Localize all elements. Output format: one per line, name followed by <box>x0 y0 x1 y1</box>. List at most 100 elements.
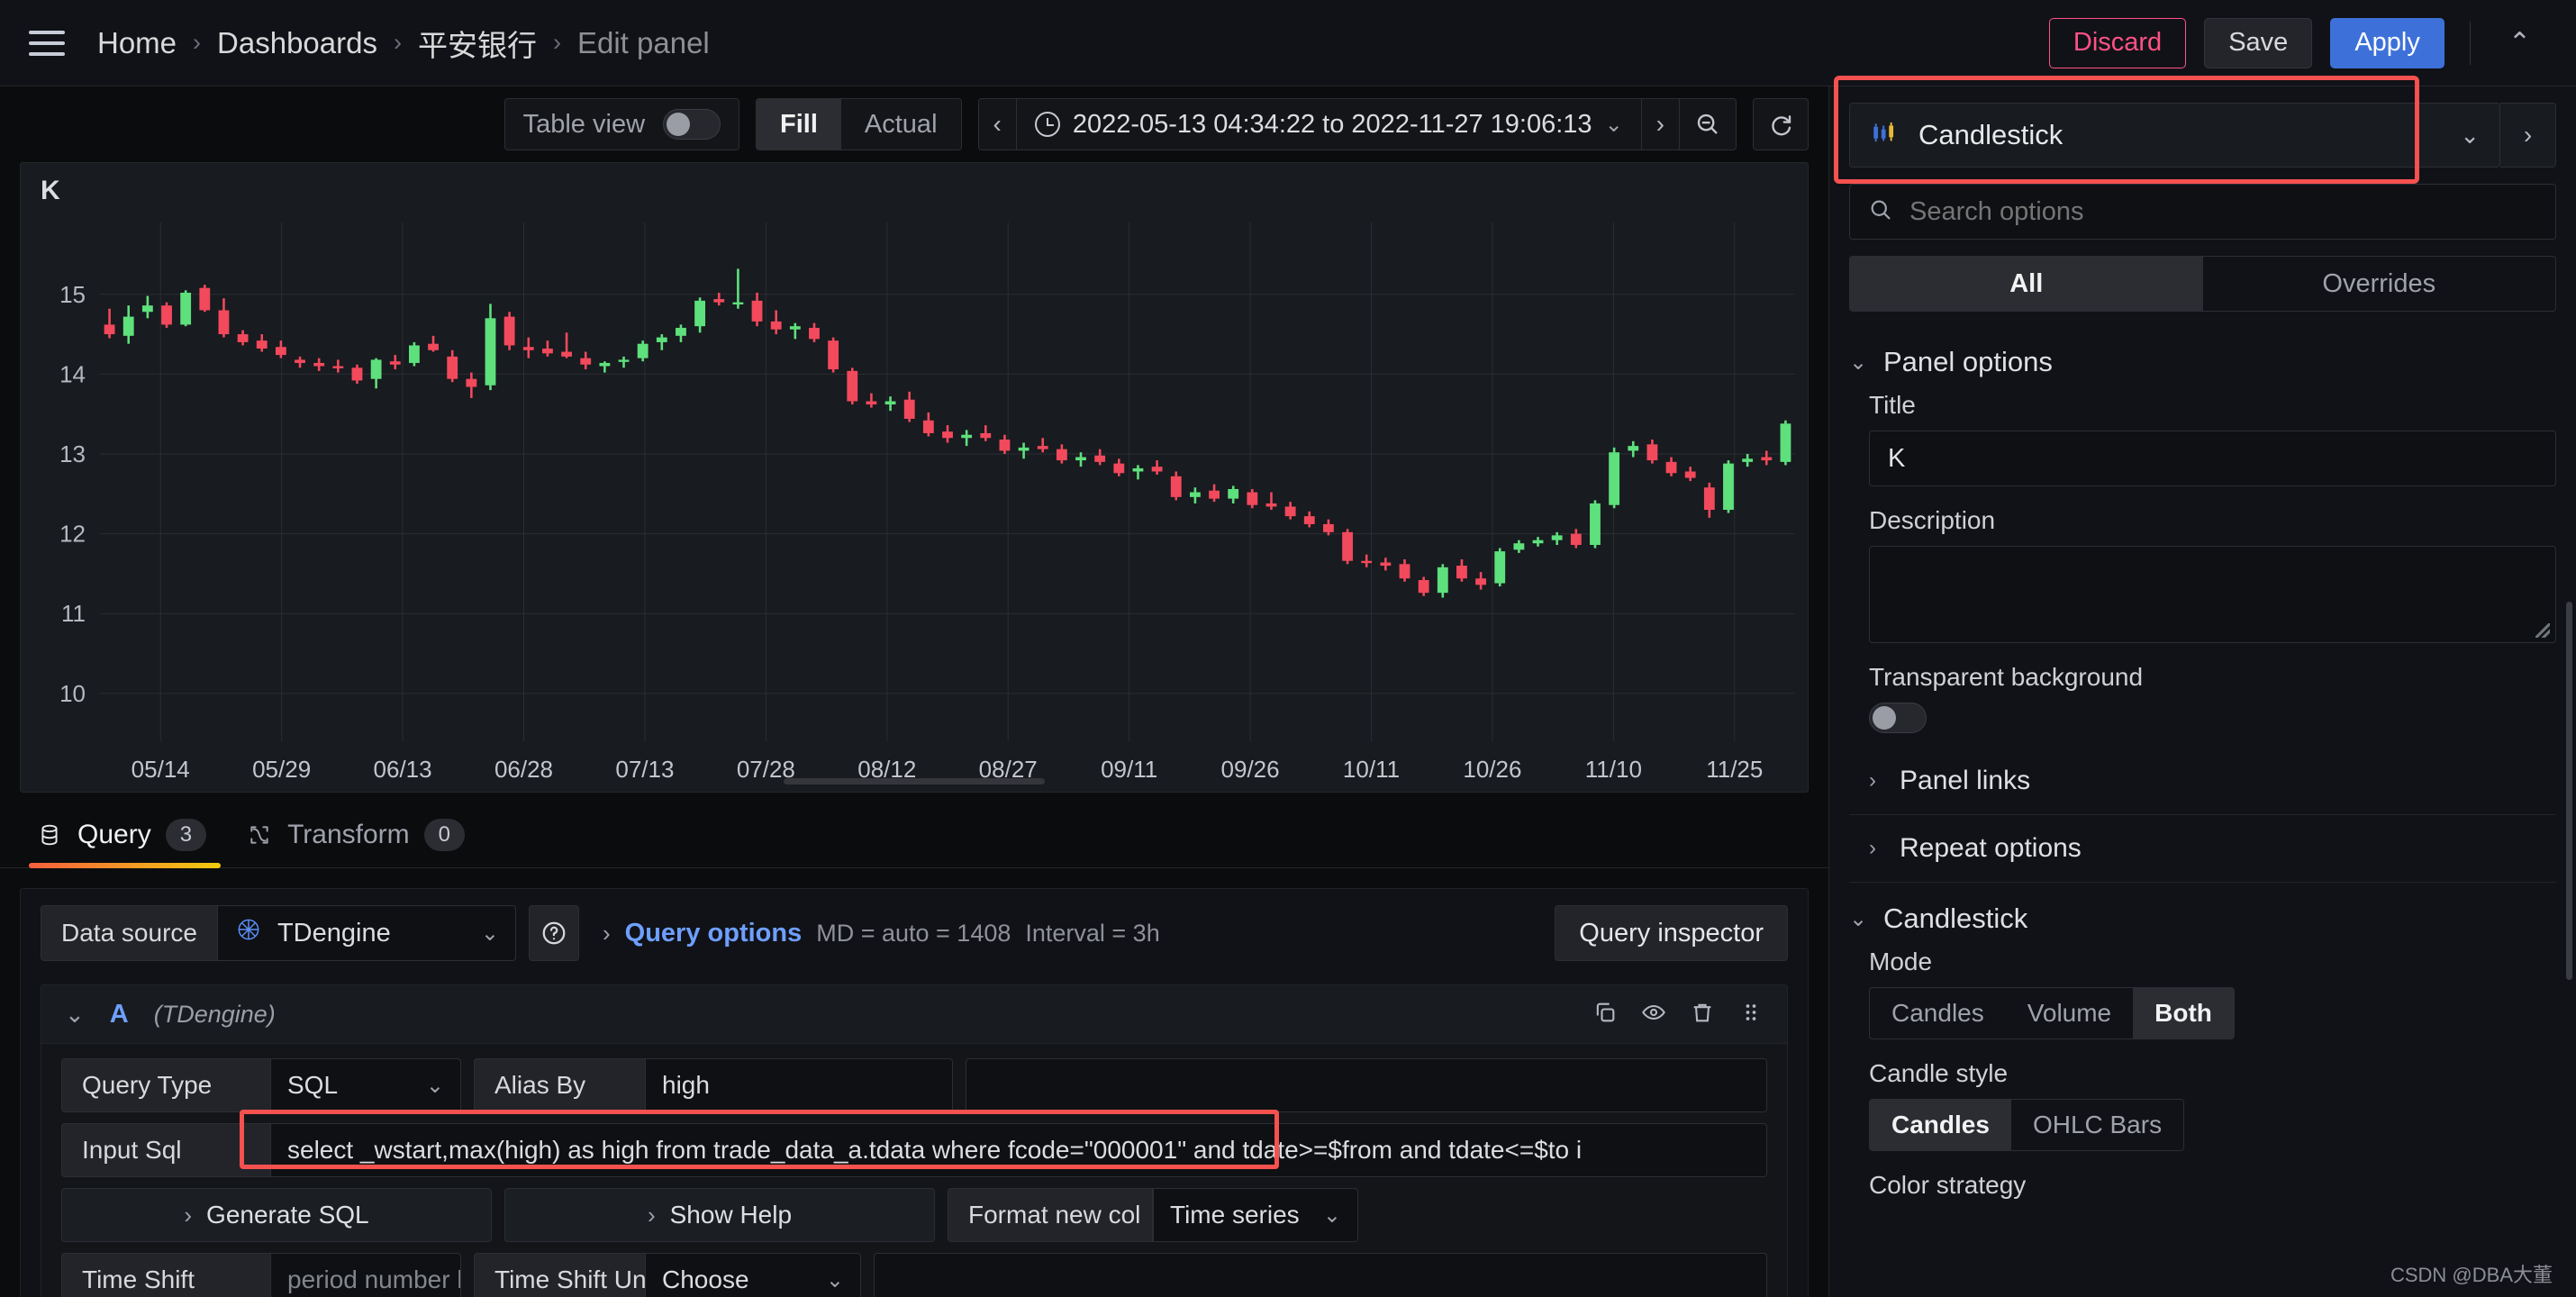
panel-toolbar: Table view Fill Actual ‹ 2022-05-13 04:3… <box>0 86 1828 162</box>
transform-count-badge: 0 <box>423 819 465 851</box>
query-datasource-name: (TDengine) <box>153 1000 276 1028</box>
copy-icon[interactable] <box>1592 1000 1618 1029</box>
tab-overrides[interactable]: Overrides <box>2203 257 2556 311</box>
candle-style-option-ohlc[interactable]: OHLC Bars <box>2011 1100 2183 1150</box>
hamburger-icon[interactable] <box>23 20 70 67</box>
candlestick-chart[interactable]: 10 11 12 13 14 15 05/14 05/29 06/13 06/28 07/13 07/… <box>21 213 1808 792</box>
description-textarea[interactable] <box>1869 546 2556 643</box>
eye-icon[interactable] <box>1641 1000 1666 1029</box>
query-options-button[interactable]: Query options <box>625 919 803 948</box>
show-help-collapse[interactable]: › Show Help <box>504 1188 935 1242</box>
breadcrumb-item-dashboards[interactable]: Dashboards <box>215 26 379 60</box>
section-panel-links[interactable]: › Panel links <box>1829 753 2576 809</box>
svg-text:06/28: 06/28 <box>494 756 553 783</box>
svg-text:10/11: 10/11 <box>1343 756 1400 783</box>
max-data-points-info: MD = auto = 1408 <box>816 919 1011 947</box>
title-input[interactable]: K <box>1869 431 2556 486</box>
table-view-switch[interactable] <box>663 109 721 140</box>
data-source-select[interactable]: TDengine ⌄ <box>216 905 516 961</box>
topnav-actions: Discard Save Apply ⌃ <box>2048 17 2544 68</box>
chevron-up-icon[interactable]: ⌃ <box>2496 27 2544 59</box>
query-type-select[interactable]: SQL ⌄ <box>270 1058 461 1112</box>
options-scrollbar[interactable] <box>2566 602 2572 980</box>
section-panel-options[interactable]: ⌄ Panel options <box>1829 331 2576 391</box>
chevron-down-icon[interactable]: ⌄ <box>65 1001 85 1029</box>
alias-by-input[interactable]: high <box>645 1058 953 1112</box>
query-ref-id[interactable]: A <box>110 1000 129 1029</box>
transparent-background-label: Transparent background <box>1869 663 2144 691</box>
datasource-row: Data source TDengine ⌄ › Query options M… <box>41 905 1788 961</box>
panel-resize-handle[interactable] <box>784 778 1045 785</box>
discard-button[interactable]: Discard <box>2048 17 2187 68</box>
visualization-expand-button[interactable]: › <box>2500 103 2556 168</box>
visualization-picker[interactable]: Candlestick ⌄ <box>1849 103 2500 168</box>
format-new-col-label: Format new col <box>948 1188 1153 1242</box>
mode-label: Mode <box>1869 948 1933 975</box>
help-circle-icon[interactable] <box>528 905 579 961</box>
chevron-down-icon: ⌄ <box>1604 112 1623 137</box>
sql-helpers-row: › Generate SQL › Show Help Format new co… <box>61 1188 1767 1242</box>
table-view-label: Table view <box>522 109 646 139</box>
refresh-icon[interactable] <box>1753 98 1809 150</box>
visualization-name: Candlestick <box>1918 119 2064 150</box>
interval-info: Interval = 3h <box>1025 919 1160 947</box>
query-inspector-button[interactable]: Query inspector <box>1555 905 1788 961</box>
time-shift-input[interactable]: period number like: 1 <box>270 1253 461 1297</box>
search-icon <box>1868 197 1893 227</box>
options-scroll-area[interactable]: ⌄ Panel options Title K Description Tran… <box>1829 331 2576 1297</box>
data-source-label: Data source <box>41 905 217 961</box>
chevron-right-icon[interactable]: › <box>1642 99 1680 150</box>
svg-text:05/14: 05/14 <box>132 756 190 783</box>
query-type-row: Query Type SQL ⌄ Alias By high <box>61 1058 1767 1112</box>
chevron-left-icon[interactable]: ‹ <box>979 99 1017 150</box>
tab-query[interactable]: Query 3 <box>20 819 230 868</box>
generate-sql-collapse[interactable]: › Generate SQL <box>61 1188 492 1242</box>
tab-transform[interactable]: Transform 0 <box>230 819 488 867</box>
chevron-down-icon: ⌄ <box>480 921 499 946</box>
database-icon <box>36 821 63 848</box>
chevron-down-icon: ⌄ <box>1322 1202 1341 1228</box>
mode-option-candles[interactable]: Candles <box>1870 988 2006 1039</box>
apply-button[interactable]: Apply <box>2330 17 2444 68</box>
mode-option-both[interactable]: Both <box>2133 988 2234 1039</box>
chevron-down-icon: ⌄ <box>425 1073 444 1098</box>
time-shift-unit-value: Choose <box>662 1265 749 1293</box>
svg-text:11/25: 11/25 <box>1706 756 1763 783</box>
chevron-down-icon: ⌄ <box>1849 349 1868 375</box>
input-sql-field[interactable]: select _wstart,max(high) as high from tr… <box>270 1123 1767 1177</box>
format-select[interactable]: Time series ⌄ <box>1153 1188 1358 1242</box>
transparent-background-switch[interactable] <box>1869 703 1927 733</box>
time-shift-unit-select[interactable]: Choose ⌄ <box>645 1253 861 1297</box>
zoom-out-icon[interactable] <box>1680 99 1736 150</box>
search-options-box[interactable] <box>1849 184 2556 240</box>
options-pane: Candlestick ⌄ › All Ov <box>1828 86 2576 1297</box>
transform-icon <box>246 821 273 848</box>
chevron-right-icon[interactable]: › <box>603 920 611 948</box>
mode-option-volume[interactable]: Volume <box>2006 988 2133 1039</box>
visualization-picker-row: Candlestick ⌄ › <box>1829 86 2576 184</box>
spacer-field-2 <box>874 1253 1767 1297</box>
editor-tabs: Query 3 Transform 0 <box>0 793 1828 868</box>
actual-button[interactable]: Actual <box>841 99 961 150</box>
save-button[interactable]: Save <box>2204 17 2313 68</box>
trash-icon[interactable] <box>1690 1000 1715 1029</box>
candle-style-option-candles[interactable]: Candles <box>1870 1100 2011 1150</box>
breadcrumb-item-dashboard-name[interactable]: 平安银行 <box>416 22 539 65</box>
fill-button[interactable]: Fill <box>757 99 841 150</box>
chevron-right-icon: › <box>184 1201 193 1229</box>
section-candlestick[interactable]: ⌄ Candlestick <box>1829 888 2576 948</box>
tab-all[interactable]: All <box>1850 257 2203 311</box>
breadcrumb: Home › Dashboards › 平安银行 › Edit panel <box>95 22 712 65</box>
search-options-input[interactable] <box>1909 196 2537 227</box>
section-repeat-options[interactable]: › Repeat options <box>1829 821 2576 876</box>
format-value: Time series <box>1170 1201 1300 1229</box>
time-range-picker[interactable]: 2022-05-13 04:34:22 to 2022-11-27 19:06:… <box>1017 99 1642 150</box>
query-box: Data source TDengine ⌄ › Query options M… <box>20 888 1809 1297</box>
query-row-body: Query Type SQL ⌄ Alias By high Input Sql <box>41 1044 1788 1297</box>
tab-query-label: Query <box>77 820 151 849</box>
table-view-toggle[interactable]: Table view <box>503 98 740 150</box>
drag-handle-icon[interactable] <box>1738 1000 1764 1029</box>
breadcrumb-item-home[interactable]: Home <box>95 26 178 60</box>
svg-text:09/26: 09/26 <box>1221 756 1280 783</box>
divider <box>1849 814 2556 815</box>
